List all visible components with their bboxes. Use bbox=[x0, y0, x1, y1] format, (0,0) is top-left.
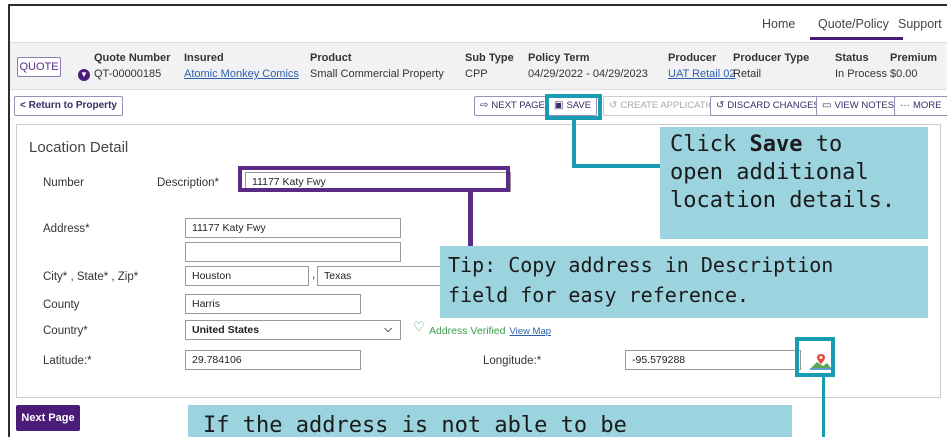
premium-value: $0.00 bbox=[890, 68, 918, 80]
description-connector bbox=[468, 192, 473, 246]
number-label: Number bbox=[43, 177, 84, 189]
description-label: Description* bbox=[157, 177, 219, 189]
status-label: Status bbox=[835, 52, 869, 64]
quote-header: QUOTE Quote Number ▼ QT-00000185 Insured… bbox=[10, 42, 947, 90]
producer-link[interactable]: UAT Retail 02 bbox=[668, 68, 735, 80]
comma-separator: , bbox=[312, 269, 316, 281]
save-tip-callout: Click Save to open additional location d… bbox=[660, 127, 928, 239]
nav-home[interactable]: Home bbox=[762, 17, 795, 31]
map-icon-highlight bbox=[795, 337, 835, 377]
insured-link[interactable]: Atomic Monkey Comics bbox=[184, 68, 299, 80]
undo-icon: ↺ bbox=[716, 100, 725, 111]
nav-quote-policy[interactable]: Quote/Policy bbox=[818, 17, 889, 31]
page-title: Location Detail bbox=[29, 139, 129, 156]
premium-label: Premium bbox=[890, 52, 938, 64]
producer-type-value: Retail bbox=[733, 68, 762, 80]
county-label: County bbox=[43, 299, 80, 311]
address-line2-field[interactable] bbox=[185, 242, 401, 262]
next-page-bottom-button[interactable]: Next Page bbox=[16, 405, 80, 431]
save-highlight bbox=[545, 94, 602, 120]
map-connector bbox=[822, 377, 825, 437]
quote-number-label: Quote Number bbox=[94, 52, 171, 64]
map-tip-callout: If the address is not able to be bbox=[188, 405, 792, 437]
address-line1-field[interactable]: 11177 Katy Fwy bbox=[185, 218, 401, 238]
state-field[interactable]: Texas bbox=[317, 266, 443, 286]
city-state-zip-label: City* , State* , Zip* bbox=[43, 271, 139, 283]
undo-icon: ↺ bbox=[609, 100, 618, 111]
insured-label: Insured bbox=[184, 52, 224, 64]
quote-badge: QUOTE bbox=[17, 57, 61, 77]
more-button[interactable]: ··· MORE bbox=[894, 96, 947, 116]
chevron-down-icon: ⌵ bbox=[384, 324, 392, 335]
nav-active-indicator bbox=[810, 37, 903, 40]
policy-term-label: Policy Term bbox=[528, 52, 590, 64]
longitude-field[interactable]: -95.579288 bbox=[625, 350, 801, 370]
description-highlight bbox=[238, 166, 510, 192]
return-to-property-button[interactable]: < Return to Property bbox=[14, 96, 123, 116]
address-verified-status: Address Verified View Map bbox=[429, 325, 552, 337]
arrow-right-icon: ⇨ bbox=[480, 100, 489, 111]
country-select[interactable]: United States ⌵ bbox=[185, 320, 401, 340]
city-field[interactable]: Houston bbox=[185, 266, 309, 286]
app-window: Home Quote/Policy Support QUOTE Quote Nu… bbox=[8, 4, 947, 437]
next-page-button[interactable]: ⇨ NEXT PAGE bbox=[474, 96, 551, 116]
notes-icon: ▭ bbox=[822, 100, 832, 111]
description-tip-callout: Tip: Copy address in Description field f… bbox=[440, 246, 928, 318]
nav-support[interactable]: Support bbox=[898, 17, 942, 31]
view-notes-button[interactable]: ▭ VIEW NOTES bbox=[816, 96, 901, 116]
view-map-link[interactable]: View Map bbox=[509, 326, 551, 337]
chevron-down-icon[interactable]: ▼ bbox=[78, 69, 90, 81]
product-value: Small Commercial Property bbox=[310, 68, 444, 80]
policy-term-value: 04/29/2022 - 04/29/2023 bbox=[528, 68, 648, 80]
top-nav: Home Quote/Policy Support bbox=[10, 6, 947, 42]
country-label: Country* bbox=[43, 325, 88, 337]
longitude-label: Longitude:* bbox=[483, 355, 542, 367]
latitude-label: Latitude:* bbox=[43, 355, 92, 367]
discard-changes-button[interactable]: ↺ DISCARD CHANGES bbox=[710, 96, 826, 116]
save-connector-horizontal bbox=[572, 164, 660, 168]
quote-number-value: QT-00000185 bbox=[94, 68, 162, 80]
product-label: Product bbox=[310, 52, 352, 64]
producer-type-label: Producer Type bbox=[733, 52, 810, 64]
latitude-field[interactable]: 29.784106 bbox=[185, 350, 361, 370]
ellipsis-icon: ··· bbox=[900, 100, 910, 111]
county-field[interactable]: Harris bbox=[185, 294, 361, 314]
subtype-value: CPP bbox=[465, 68, 488, 80]
subtype-label: Sub Type bbox=[465, 52, 514, 64]
producer-label: Producer bbox=[668, 52, 717, 64]
save-connector-vertical bbox=[572, 120, 576, 168]
shield-check-icon: ♡ bbox=[413, 319, 425, 334]
status-value: In Process bbox=[835, 68, 887, 80]
action-toolbar: < Return to Property ⇨ NEXT PAGE ▣ SAVE ↺ C… bbox=[10, 90, 947, 122]
address-label: Address* bbox=[43, 223, 90, 235]
